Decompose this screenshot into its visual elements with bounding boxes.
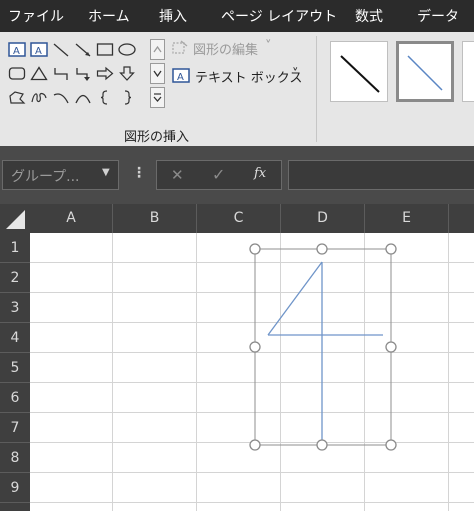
shapes-gallery: A A xyxy=(6,38,150,114)
text-box-icon: A xyxy=(172,68,190,83)
shape-style-thumbnail-partial[interactable] xyxy=(462,41,474,102)
name-box-value: グループ... xyxy=(11,169,80,185)
chevron-down-icon: ˅ xyxy=(292,67,299,82)
rectangle-shape-icon[interactable] xyxy=(96,42,114,57)
more-options-icon[interactable]: ⋮ xyxy=(132,165,146,181)
gallery-scroll-up-button[interactable] xyxy=(150,39,165,60)
group-divider xyxy=(316,36,317,142)
oval-shape-icon[interactable] xyxy=(118,42,136,57)
left-brace-shape-icon[interactable] xyxy=(96,90,114,105)
resize-handle-top-right xyxy=(385,243,397,255)
tab-page-layout[interactable]: ページ レイアウト xyxy=(221,6,337,26)
rounded-rectangle-shape-icon[interactable] xyxy=(8,66,26,81)
shape-style-thumbnail-blue-line[interactable] xyxy=(396,41,454,102)
name-box-dropdown-icon[interactable]: ▼ xyxy=(102,167,110,178)
scribble-shape-icon[interactable] xyxy=(30,90,48,105)
freeform-four-shape xyxy=(267,261,383,445)
resize-handle-top-left xyxy=(249,243,261,255)
resize-handle-right xyxy=(385,341,397,353)
elbow-arrow-connector-shape-icon[interactable] xyxy=(74,66,92,81)
formula-input[interactable] xyxy=(288,160,474,190)
ribbon-tab-bar: ファイル ホーム 挿入 ページ レイアウト 数式 データ xyxy=(0,0,474,32)
selected-drawing-group[interactable] xyxy=(0,204,474,511)
tab-file[interactable]: ファイル xyxy=(8,6,64,26)
resize-handle-bottom-right xyxy=(385,439,397,451)
right-brace-shape-icon[interactable] xyxy=(118,90,136,105)
svg-text:A: A xyxy=(177,72,184,83)
resize-handle-bottom xyxy=(316,439,328,451)
gallery-scroll-down-button[interactable] xyxy=(150,63,165,84)
resize-handle-left xyxy=(249,341,261,353)
arc-shape-icon[interactable] xyxy=(52,90,70,105)
text-box-shape-icon[interactable]: A xyxy=(8,42,26,57)
ribbon: A A 図形の編集 ˅ A テキスト ボックス ˅ 図形の挿入 xyxy=(0,32,474,146)
selection-bounding-box xyxy=(254,248,392,446)
right-arrow-shape-icon[interactable] xyxy=(96,66,114,81)
arrow-line-shape-icon[interactable] xyxy=(74,42,92,57)
tab-formulas[interactable]: 数式 xyxy=(355,6,383,26)
four-diagonal-stroke xyxy=(267,261,323,336)
tab-home[interactable]: ホーム xyxy=(88,6,130,26)
elbow-connector-shape-icon[interactable] xyxy=(52,66,70,81)
svg-text:A: A xyxy=(35,46,42,57)
freeform-shape-icon[interactable] xyxy=(8,90,26,105)
resize-handle-bottom-left xyxy=(249,439,261,451)
insert-function-icon[interactable]: fx xyxy=(254,166,266,181)
cancel-icon[interactable]: ✕ xyxy=(171,166,184,184)
text-box-label: テキスト ボックス xyxy=(195,71,303,86)
formula-bar: グループ... ▼ ⋮ ✕ ✓ fx xyxy=(0,146,474,204)
worksheet-grid[interactable]: A B C D E 1 2 3 4 5 6 7 8 9 10 xyxy=(0,204,474,511)
resize-handle-top xyxy=(316,243,328,255)
shape-style-thumbnail-black-line[interactable] xyxy=(330,41,388,102)
triangle-shape-icon[interactable] xyxy=(30,66,48,81)
svg-text:A: A xyxy=(13,46,20,57)
gallery-more-button[interactable] xyxy=(150,87,165,108)
formula-buttons-panel: ✕ ✓ fx xyxy=(156,160,282,190)
insert-shapes-group-label: 図形の挿入 xyxy=(124,130,190,145)
line-shape-icon[interactable] xyxy=(52,42,70,57)
name-box[interactable]: グループ... ▼ xyxy=(2,160,119,190)
tab-insert[interactable]: 挿入 xyxy=(159,6,187,26)
tab-data[interactable]: データ xyxy=(417,6,459,26)
vertical-text-box-shape-icon[interactable]: A xyxy=(30,42,48,57)
edit-shape-label: 図形の編集 xyxy=(193,43,259,58)
enter-icon[interactable]: ✓ xyxy=(212,165,225,184)
curve-shape-icon[interactable] xyxy=(74,90,92,105)
chevron-down-icon: ˅ xyxy=(265,39,272,54)
edit-shape-icon xyxy=(172,40,188,55)
down-arrow-shape-icon[interactable] xyxy=(118,66,136,81)
